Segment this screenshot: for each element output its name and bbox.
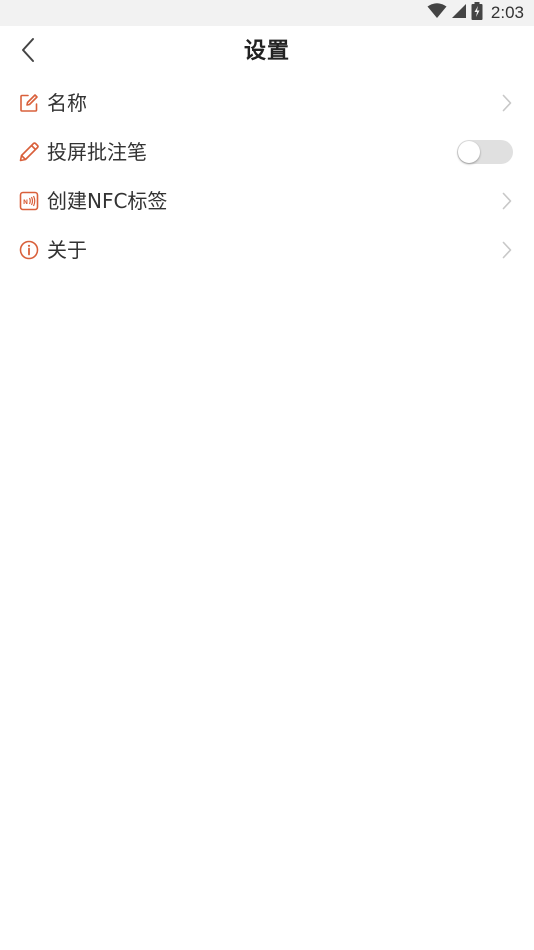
status-bar: 2:03 xyxy=(0,0,534,26)
settings-item-create-nfc-tag[interactable]: N 创建NFC标签 xyxy=(0,176,534,225)
settings-item-about[interactable]: 关于 xyxy=(0,225,534,274)
svg-text:N: N xyxy=(23,199,28,206)
edit-icon xyxy=(18,92,40,114)
page-title: 设置 xyxy=(243,39,290,64)
status-icons: 2:03 xyxy=(427,2,524,24)
chevron-right-icon xyxy=(500,93,514,113)
status-time: 2:03 xyxy=(490,3,524,22)
settings-item-label: 投屏批注笔 xyxy=(47,139,147,164)
settings-item-annotation-pen: 投屏批注笔 xyxy=(0,127,534,176)
info-icon xyxy=(18,239,40,261)
wifi-icon xyxy=(427,3,447,23)
nfc-icon: N xyxy=(18,190,40,212)
pencil-icon xyxy=(18,141,40,163)
chevron-right-icon xyxy=(500,240,514,260)
settings-item-name[interactable]: 名称 xyxy=(0,78,534,127)
toggle-knob xyxy=(458,140,480,163)
settings-item-label: 关于 xyxy=(47,237,87,262)
chevron-right-icon xyxy=(500,191,514,211)
app-bar: 设置 xyxy=(0,26,534,78)
cellular-signal-icon xyxy=(451,3,467,23)
settings-list: 名称 投屏批注笔 N 创建NFC标签 关于 xyxy=(0,78,534,274)
annotation-pen-toggle[interactable] xyxy=(457,139,513,164)
settings-item-label: 创建NFC标签 xyxy=(47,188,168,213)
battery-charging-icon xyxy=(471,2,483,24)
settings-item-label: 名称 xyxy=(47,90,87,115)
